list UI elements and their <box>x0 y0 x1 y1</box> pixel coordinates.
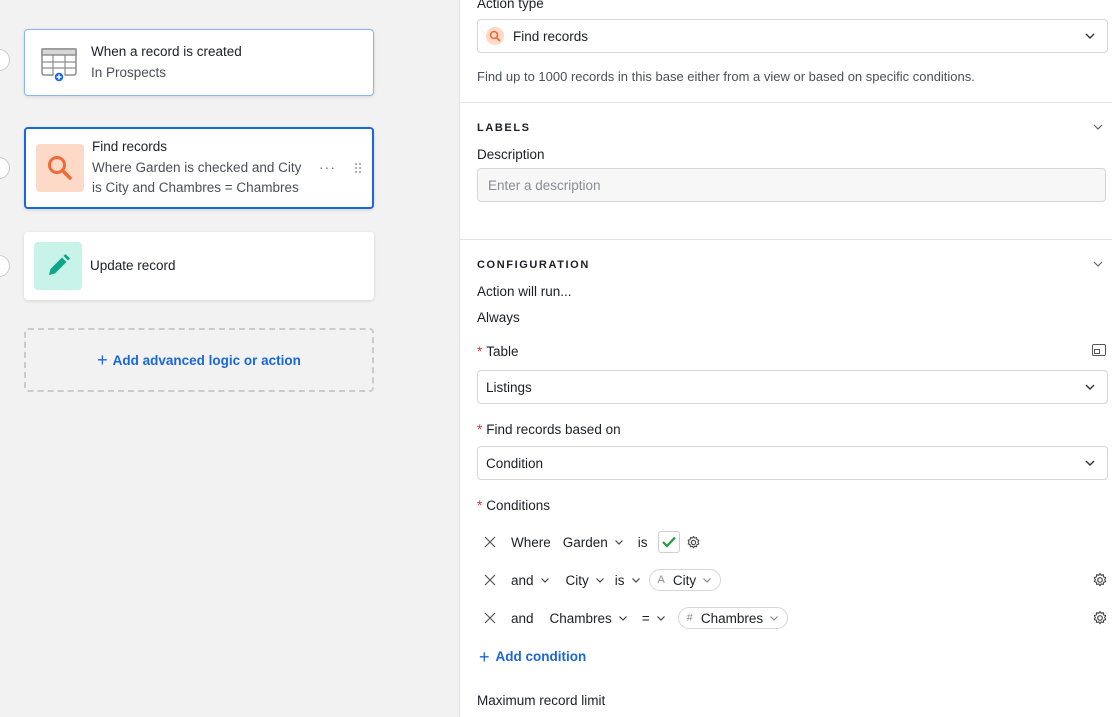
pencil-icon <box>34 242 82 290</box>
search-icon <box>36 144 84 192</box>
configuration-section-title: CONFIGURATION <box>477 259 590 271</box>
find-records-title: Find records <box>92 139 168 154</box>
update-record-card[interactable]: Update record <box>24 232 374 300</box>
chevron-down-icon <box>1085 33 1095 39</box>
conditions-label: * Conditions <box>477 498 551 513</box>
trigger-subtitle: In Prospects <box>91 64 167 80</box>
trigger-card[interactable]: When a record is created In Prospects <box>24 29 374 96</box>
condition-field-select[interactable]: City <box>566 573 605 588</box>
number-field-icon: # <box>686 612 693 624</box>
action-type-help: Find up to 1000 records in this base eit… <box>477 69 975 84</box>
condition-connector-select[interactable]: and <box>511 573 550 588</box>
more-options-icon[interactable]: ··· <box>319 159 336 175</box>
expand-panel-icon[interactable] <box>1092 344 1106 356</box>
remove-condition-icon[interactable] <box>477 567 503 593</box>
condition-row: and Chambres = # Chambres <box>477 604 1108 632</box>
add-condition-label: Add condition <box>495 649 587 664</box>
divider <box>460 102 1112 103</box>
chevron-down-icon <box>618 616 627 621</box>
action-will-run-value: Always <box>477 310 520 325</box>
max-record-limit-label: Maximum record limit <box>477 693 606 708</box>
plus-icon: + <box>479 646 490 667</box>
search-icon <box>486 27 504 45</box>
chevron-down-icon[interactable] <box>1091 120 1105 134</box>
labels-section-title: LABELS <box>477 122 531 134</box>
divider <box>460 239 1112 240</box>
add-action-button[interactable]: + Add advanced logic or action <box>24 328 374 392</box>
description-label: Description <box>477 147 545 162</box>
update-record-title: Update record <box>90 258 176 273</box>
remove-condition-icon[interactable] <box>477 529 503 555</box>
condition-row: and City is A City <box>477 566 1108 594</box>
action-type-label: Action type <box>477 0 544 11</box>
condition-value-pill[interactable]: # Chambres <box>677 607 789 629</box>
find-based-on-label: * Find records based on <box>477 422 621 437</box>
chevron-down-icon <box>656 616 665 621</box>
condition-field-select[interactable]: Garden <box>563 535 624 550</box>
plus-icon: + <box>97 350 108 370</box>
remove-condition-icon[interactable] <box>477 605 503 631</box>
add-action-label: Add advanced logic or action <box>112 352 301 368</box>
gear-icon[interactable] <box>1092 572 1108 588</box>
table-select[interactable]: Listings <box>477 370 1108 404</box>
table-value: Listings <box>486 379 532 395</box>
condition-value-pill[interactable]: A City <box>648 569 722 591</box>
table-icon <box>35 39 83 87</box>
condition-operator-select[interactable]: is <box>615 573 641 588</box>
chevron-down-icon <box>540 578 549 583</box>
condition-connector: and <box>511 610 534 626</box>
chevron-down-icon <box>1085 384 1095 390</box>
chevron-down-icon <box>631 578 640 583</box>
action-type-value: Find records <box>513 28 589 44</box>
chevron-down-icon <box>614 540 623 545</box>
connector-dot <box>0 49 10 71</box>
checkmark-icon <box>661 536 676 548</box>
chevron-down-icon <box>595 578 604 583</box>
table-label: * Table <box>477 344 519 359</box>
action-config-panel: Action type Find records Find up to 1000… <box>459 0 1112 717</box>
text-field-icon: A <box>657 574 665 586</box>
action-will-run-label: Action will run... <box>477 284 572 299</box>
chevron-down-icon <box>1085 460 1095 466</box>
connector-dot <box>0 255 10 277</box>
find-records-subtitle: Where Garden is checked and City is City… <box>92 160 302 195</box>
condition-field-select[interactable]: Chambres <box>550 611 628 626</box>
chevron-down-icon[interactable] <box>1091 257 1105 271</box>
condition-value-checkbox[interactable] <box>657 531 680 553</box>
gear-icon[interactable] <box>686 535 701 550</box>
connector-dot <box>0 157 10 179</box>
description-input[interactable]: Enter a description <box>477 168 1106 202</box>
condition-operator-select[interactable]: = <box>642 611 666 626</box>
find-based-on-select[interactable]: Condition <box>477 446 1108 480</box>
add-condition-button[interactable]: + Add condition <box>479 646 587 667</box>
condition-connector: Where <box>511 534 551 550</box>
action-type-select[interactable]: Find records <box>477 19 1108 53</box>
trigger-title: When a record is created <box>91 43 242 59</box>
chevron-down-icon <box>770 616 779 621</box>
condition-operator[interactable]: is <box>638 535 648 550</box>
drag-handle-icon[interactable] <box>354 162 362 174</box>
find-based-on-value: Condition <box>486 455 544 471</box>
gear-icon[interactable] <box>1092 610 1108 626</box>
find-records-card[interactable]: Find records Where Garden is checked and… <box>24 127 374 209</box>
automation-canvas: When a record is created In Prospects Fi… <box>0 0 459 717</box>
chevron-down-icon <box>703 578 712 583</box>
condition-row: Where Garden is <box>477 528 1108 556</box>
